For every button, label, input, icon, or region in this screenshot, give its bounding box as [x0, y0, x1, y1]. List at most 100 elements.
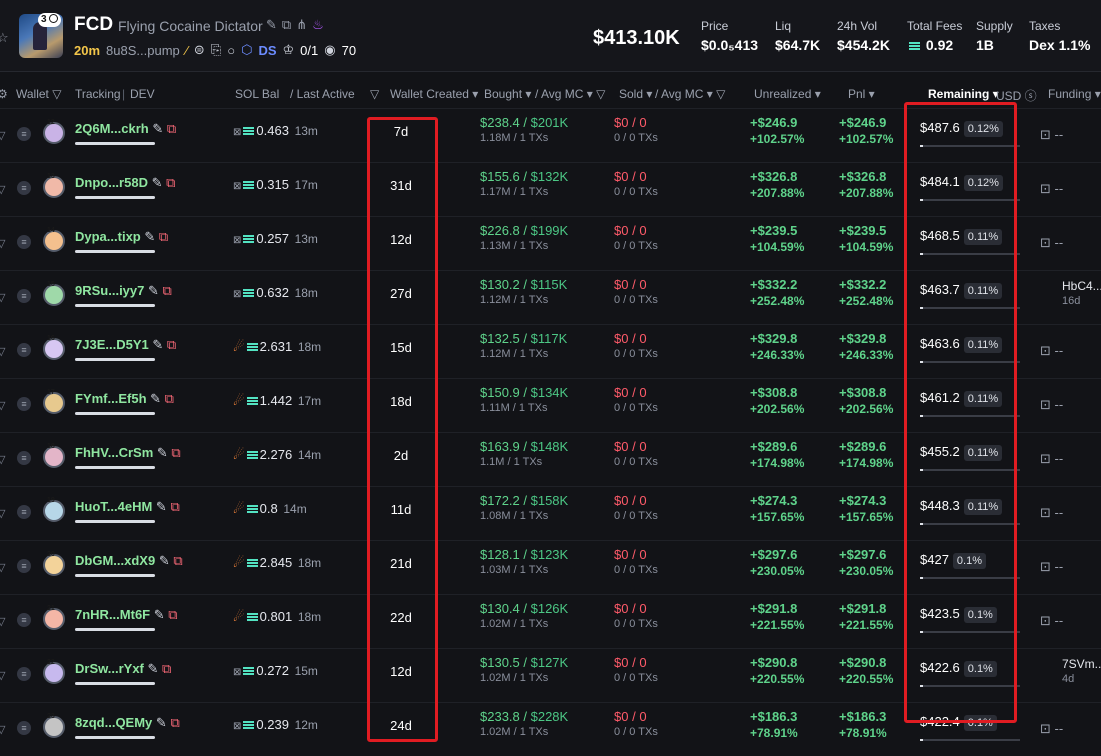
wallet-address[interactable]: HuoT...4eHM ✎ ⧉ [75, 499, 180, 515]
wallet-address[interactable]: 7nHR...Mt6F ✎ ⧉ [75, 607, 178, 623]
col-avg-mc-sold[interactable]: / Avg MC ▾ ▽ [655, 87, 725, 101]
filter-icon[interactable]: ▽ [0, 129, 5, 142]
wallet-address[interactable]: Dnpo...r58D ✎ ⧉ [75, 175, 175, 191]
share-icon[interactable]: ⋔ [296, 17, 307, 33]
col-remaining[interactable]: Remaining ▾ [928, 87, 999, 101]
col-dev[interactable]: DEV [130, 87, 155, 101]
sold-amount: $0 / 00 / 0 TXs [614, 277, 658, 306]
sol-balance: ⊠ 0.463 13m [233, 123, 318, 138]
menu-icon[interactable]: ≡ [17, 505, 31, 519]
settings-icon[interactable]: ⚙ [0, 87, 8, 101]
ds-link[interactable]: DS [258, 43, 276, 58]
edit-icon[interactable]: ✎ [144, 229, 155, 244]
filter-icon[interactable]: ▽ [0, 669, 5, 682]
filter-icon[interactable]: ▽ [0, 561, 5, 574]
filter-icon[interactable]: ▽ [0, 615, 5, 628]
col-unrealized[interactable]: Unrealized ▾ [754, 87, 821, 101]
wallet-address[interactable]: 9RSu...iyy7 ✎ ⧉ [75, 283, 172, 299]
wallet-address[interactable]: 7J3E...D5Y1 ✎ ⧉ [75, 337, 176, 353]
funding-empty: ⊡ -- [1040, 181, 1064, 196]
menu-icon[interactable]: ≡ [17, 181, 31, 195]
stat-taxes: Taxes Dex 1.1% [1029, 19, 1091, 53]
wallet-underline [75, 574, 155, 577]
wallet-address[interactable]: 8zqd...QEMy ✎ ⧉ [75, 715, 180, 731]
menu-icon[interactable]: ≡ [17, 397, 31, 411]
menu-icon[interactable]: ≡ [17, 343, 31, 357]
bought-amount: $150.9 / $134K 1.11M / 1 TXs [480, 385, 569, 414]
edit-icon[interactable]: ✎ [152, 337, 163, 352]
stat-supply: Supply 1B [976, 19, 1013, 53]
filter-icon[interactable]: ▽ [0, 507, 5, 520]
avatar-rank: 20 [47, 551, 55, 558]
filter-icon[interactable]: ▽ [0, 453, 5, 466]
col-avg-mc[interactable]: / Avg MC ▾ ▽ [535, 87, 605, 101]
filter-icon[interactable]: ▽ [0, 345, 5, 358]
avatar-badge: 3 [38, 13, 61, 27]
stat-price: Price $0.0₅413 [701, 19, 759, 53]
menu-icon[interactable]: ≡ [17, 559, 31, 573]
edit-icon[interactable]: ✎ [156, 715, 167, 730]
solana-icon [246, 451, 258, 459]
edit-icon[interactable]: ✎ [154, 607, 165, 622]
avatar-rank: 16 [47, 335, 55, 342]
col-bought[interactable]: Bought ▾ [484, 87, 531, 101]
menu-icon[interactable]: ≡ [17, 721, 31, 735]
filter-icon[interactable]: ▽ [0, 291, 5, 304]
col-last-active[interactable]: / Last Active [290, 87, 355, 101]
contract-address[interactable]: 8u8S...pump [106, 43, 180, 58]
sol-balance: ⊠ 0.239 12m [233, 717, 318, 732]
star-icon[interactable]: ☆ [0, 30, 9, 46]
sol-balance: ⊠ 0.632 18m [233, 285, 318, 300]
solana-icon [246, 505, 258, 513]
edit-icon[interactable]: ✎ [156, 499, 167, 514]
menu-icon[interactable]: ≡ [17, 667, 31, 681]
menu-icon[interactable]: ≡ [17, 289, 31, 303]
menu-icon[interactable]: ≡ [17, 127, 31, 141]
wallet-address[interactable]: FYmf...Ef5h ✎ ⧉ [75, 391, 174, 407]
x-icon: ⊠ [233, 181, 242, 192]
copy-icon[interactable]: ⧉ [282, 17, 291, 33]
edit-icon[interactable]: ✎ [159, 553, 170, 568]
wallet-address[interactable]: FhHV...CrSm ✎ ⧉ [75, 445, 181, 461]
edit-icon[interactable]: ✎ [148, 283, 159, 298]
token-ticker: FCD [74, 14, 114, 35]
flame-icon[interactable]: ♨ [312, 17, 324, 33]
menu-icon[interactable]: ≡ [17, 613, 31, 627]
filter-icon[interactable]: ▽ [0, 723, 5, 736]
col-wallet[interactable]: Wallet ▽ [16, 87, 61, 101]
edit-icon[interactable]: ✎ [148, 661, 159, 676]
edit-icon[interactable]: ✎ [266, 17, 277, 33]
col-sold[interactable]: Sold ▾ [619, 87, 652, 101]
menu-icon[interactable]: ≡ [17, 451, 31, 465]
filter-icon[interactable]: ▽ [0, 399, 5, 412]
market-cap: $413.10K [593, 27, 680, 49]
list-icon[interactable]: ⊜ [194, 42, 205, 58]
edit-icon[interactable]: ✎ [157, 445, 168, 460]
col-tracking[interactable]: Tracking [75, 87, 121, 101]
wallet-address[interactable]: 2Q6M...ckrh ✎ ⧉ [75, 121, 176, 137]
menu-icon[interactable]: ≡ [17, 235, 31, 249]
tweet-search-icon[interactable]: ⎘ [211, 42, 221, 58]
funding-source[interactable]: HbC4... 16d [1062, 279, 1101, 307]
funding-source[interactable]: 7SVm... 4d [1062, 657, 1101, 685]
col-sol-bal[interactable]: SOL Bal [235, 87, 279, 101]
col-wallet-created[interactable]: Wallet Created ▾ [390, 87, 478, 101]
wallet-address[interactable]: Dypa...tixp ✎ ⧉ [75, 229, 168, 245]
col-funding[interactable]: Funding ▾ [1048, 87, 1101, 101]
filter-icon[interactable]: ▽ [0, 183, 5, 196]
sold-amount: $0 / 00 / 0 TXs [614, 439, 658, 468]
edit-icon[interactable]: ✎ [152, 175, 163, 190]
flame-icon: ☄ [233, 609, 245, 624]
filter-icon[interactable]: ▽ [370, 87, 379, 101]
col-pnl[interactable]: Pnl ▾ [848, 87, 875, 101]
pump-icon[interactable]: ⁄ [186, 43, 188, 58]
edit-icon[interactable]: ✎ [152, 121, 163, 136]
highlight-remaining [904, 102, 1017, 723]
wallet-address[interactable]: DbGM...xdX9 ✎ ⧉ [75, 553, 183, 569]
edit-icon[interactable]: ✎ [150, 391, 161, 406]
search-icon[interactable]: ○ [227, 43, 235, 58]
dexscreener-icon[interactable]: ⬡ [241, 42, 252, 58]
layers-icon: ⧉ [173, 553, 183, 568]
filter-icon[interactable]: ▽ [0, 237, 5, 250]
wallet-address[interactable]: DrSw...rYxf ✎ ⧉ [75, 661, 171, 677]
